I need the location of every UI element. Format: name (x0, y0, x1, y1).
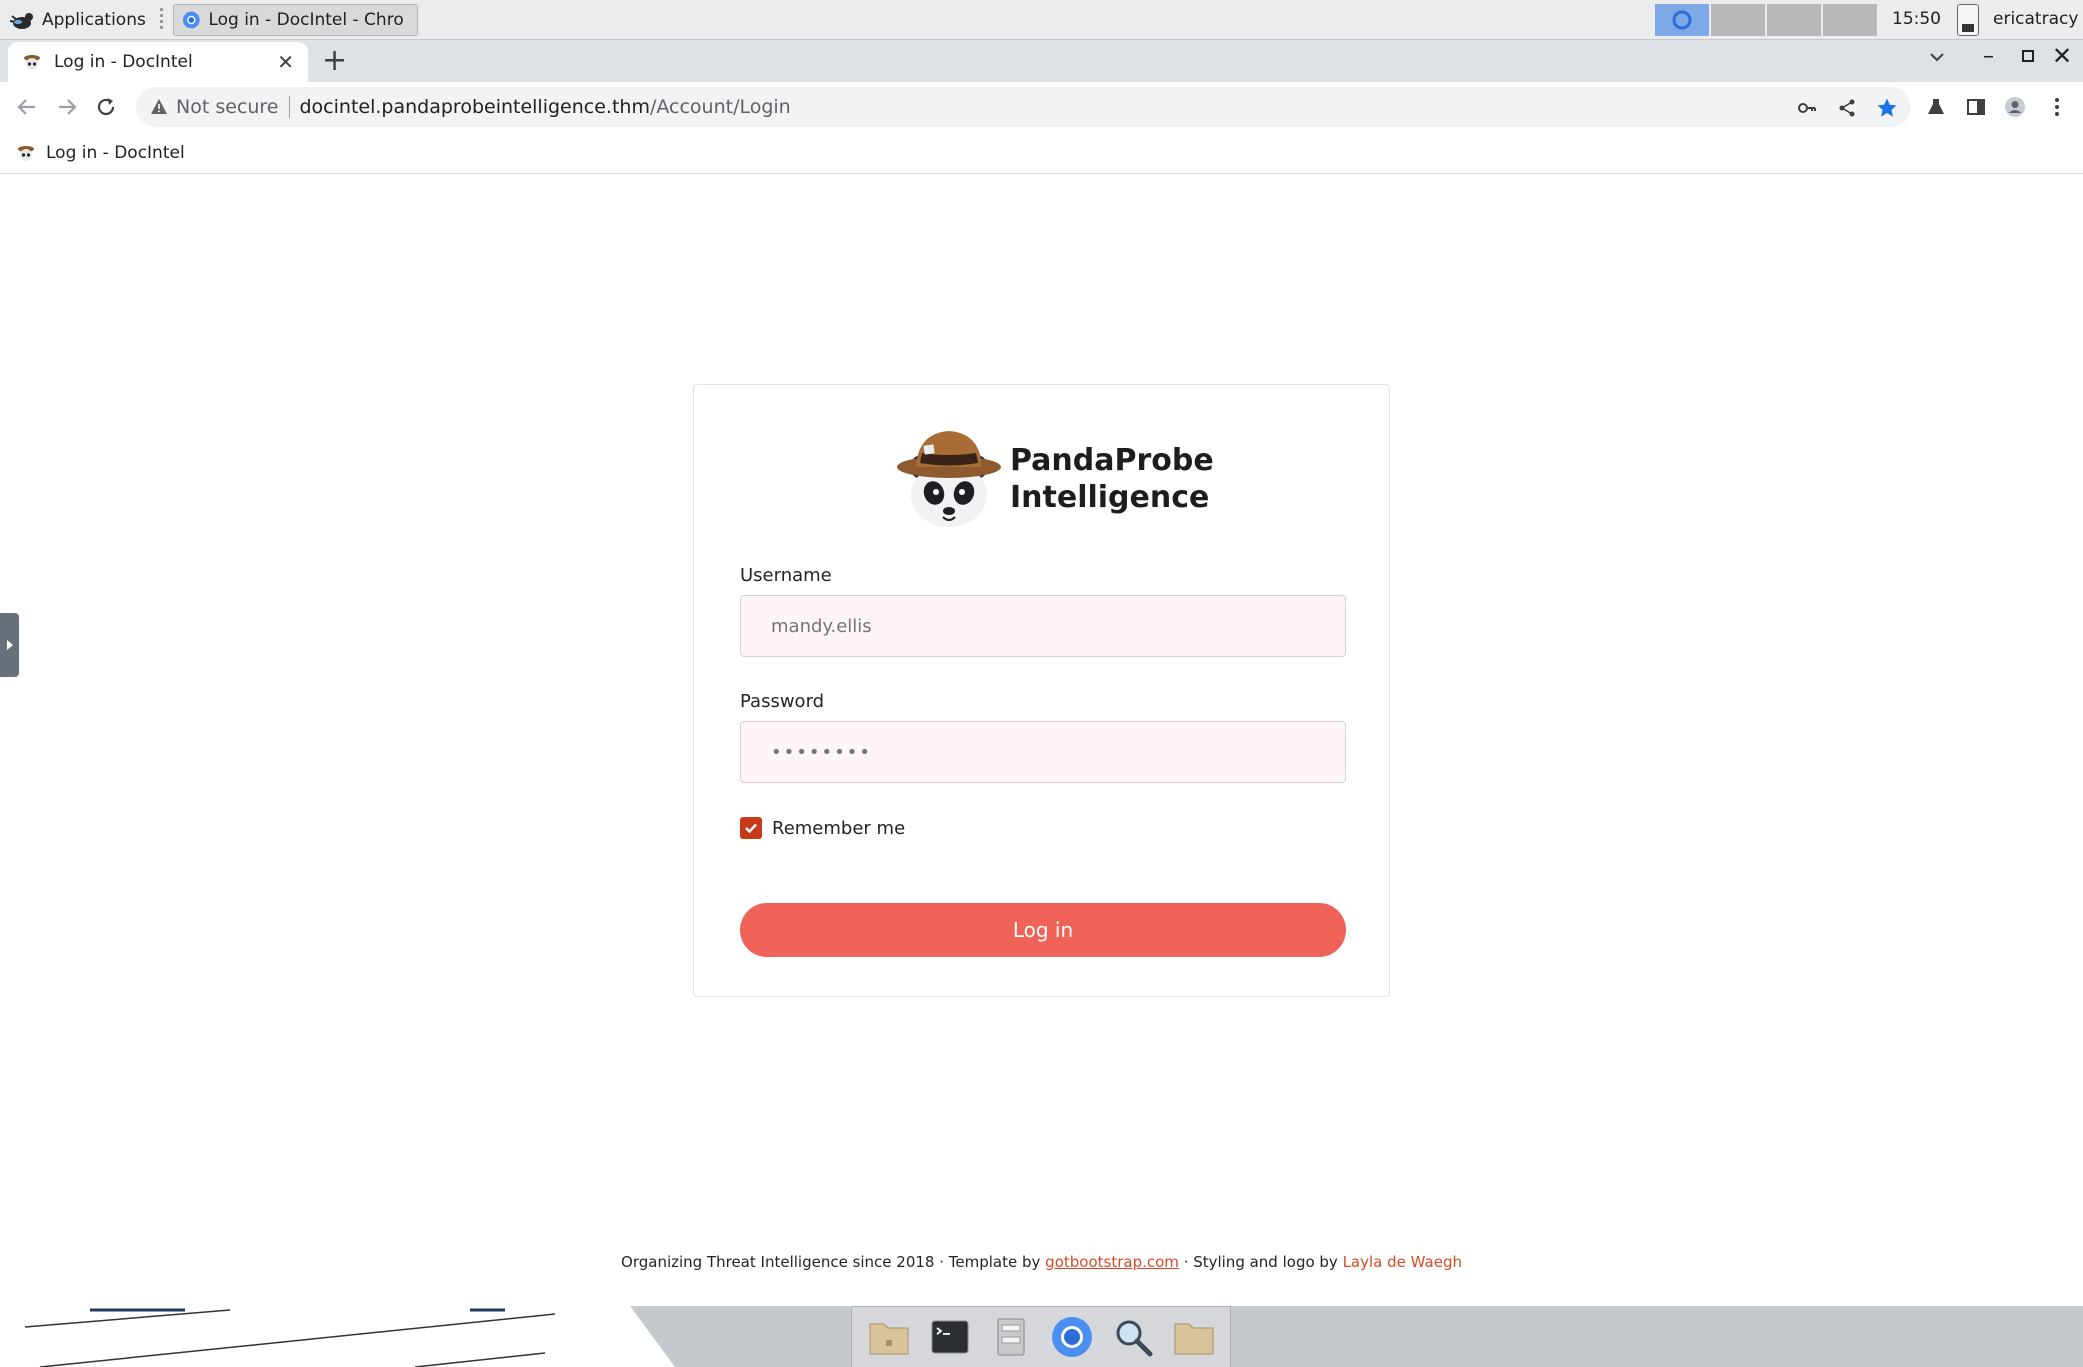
browser-tab-active[interactable]: Log in - DocIntel ✕ (8, 42, 308, 82)
bookmarks-bar: Log in - DocIntel (0, 132, 2083, 174)
back-icon[interactable] (14, 94, 40, 120)
username-label: Username (740, 565, 832, 586)
tab-search-chevron-icon[interactable] (1928, 48, 1946, 66)
remember-me-option[interactable]: Remember me (740, 817, 905, 839)
workspace-3[interactable] (1767, 4, 1821, 36)
panda-favicon-icon (24, 55, 40, 70)
dock-bar (851, 1306, 1231, 1367)
panel-clock[interactable]: 15:50 (1892, 9, 1941, 29)
panel-user-name[interactable]: ericatracy (1993, 9, 2078, 29)
browser-toolbar: Not secure docintel.pandaprobeintelligen… (0, 82, 2083, 132)
url-text[interactable]: docintel.pandaprobeintelligence.thm/Acco… (300, 96, 791, 118)
page-footer: Organizing Threat Intelligence since 201… (0, 1253, 2083, 1271)
side-panel-handle[interactable] (0, 613, 19, 677)
chromium-icon (1672, 10, 1692, 30)
panel-separator (159, 7, 163, 32)
side-panel-icon[interactable] (1965, 96, 1987, 118)
terminal-icon[interactable] (927, 1314, 973, 1360)
footer-text-1: Organizing Threat Intelligence since 201… (621, 1253, 1046, 1271)
password-input[interactable] (740, 721, 1346, 783)
panda-favicon-icon (18, 145, 34, 161)
workspace-2[interactable] (1711, 4, 1765, 36)
minimize-window-icon[interactable]: – (1983, 44, 1994, 69)
tab-title: Log in - DocIntel (54, 52, 193, 72)
share-icon[interactable] (1836, 97, 1858, 119)
login-card: PandaProbe Intelligence Username Passwor… (693, 384, 1390, 997)
taskbar-window-button[interactable]: Log in - DocIntel - Chro... (172, 3, 418, 36)
home-folder-icon[interactable] (866, 1314, 912, 1360)
key-icon[interactable] (1796, 97, 1818, 119)
logo-line-2: Intelligence (1010, 480, 1210, 515)
not-secure-label: Not secure (176, 96, 279, 118)
applications-label: Applications (42, 9, 146, 30)
workspace-4[interactable] (1823, 4, 1877, 36)
forward-icon[interactable] (54, 94, 80, 120)
taskbar-window-title: Log in - DocIntel - Chro... (208, 9, 405, 30)
maximize-window-icon[interactable] (2022, 50, 2034, 62)
close-tab-icon[interactable]: ✕ (277, 50, 294, 74)
username-input[interactable] (740, 595, 1346, 657)
extensions-flask-icon[interactable] (1925, 96, 1947, 118)
new-tab-icon[interactable]: + (322, 46, 347, 76)
bookmark-star-icon[interactable] (1876, 97, 1898, 119)
site-security-chip[interactable]: Not secure (150, 96, 290, 118)
wallpaper-lines (24, 1308, 556, 1367)
browser-tab-strip: Log in - DocIntel ✕ + – ✕ (0, 40, 2083, 82)
battery-icon[interactable] (1957, 4, 1979, 36)
gotbootstrap-link[interactable]: gotbootstrap.com (1045, 1253, 1179, 1271)
logo-wordmark: PandaProbe Intelligence (1010, 442, 1214, 516)
chromium-icon[interactable] (1049, 1314, 1095, 1360)
remember-me-label: Remember me (772, 817, 906, 839)
folder-icon[interactable] (1171, 1314, 1217, 1360)
panda-detective-logo-icon (897, 431, 1001, 527)
browser-menu-icon[interactable] (2046, 96, 2068, 118)
file-manager-icon[interactable] (988, 1314, 1034, 1360)
password-label: Password (740, 691, 825, 712)
login-button[interactable]: Log in (740, 903, 1346, 957)
logo-line-1: PandaProbe (1010, 443, 1214, 478)
profile-avatar-icon[interactable] (2004, 96, 2026, 118)
workspace-1[interactable] (1655, 4, 1709, 36)
remember-me-checkbox[interactable] (740, 817, 762, 839)
pandaprobe-logo: PandaProbe Intelligence (894, 427, 1214, 531)
web-page-content: PandaProbe Intelligence Username Passwor… (0, 175, 2083, 1306)
url-path: /Account/Login (649, 96, 791, 118)
workspace-switcher (1655, 4, 1877, 36)
address-bar[interactable]: Not secure docintel.pandaprobeintelligen… (136, 87, 1911, 127)
bookmark-login-docintel[interactable]: Log in - DocIntel (46, 143, 185, 163)
desktop-top-panel: Applications Log in - DocIntel - Chro...… (0, 0, 2083, 40)
chromium-icon (182, 11, 200, 28)
xfce-mouse-icon (9, 12, 33, 29)
applications-menu[interactable]: Applications (0, 0, 154, 40)
wallpaper-shape (630, 1306, 2083, 1367)
url-host: docintel.pandaprobeintelligence.thm (299, 96, 650, 118)
search-icon[interactable] (1110, 1314, 1156, 1360)
layla-de-waegh-link[interactable]: Layla de Waegh (1343, 1253, 1462, 1271)
warning-icon (151, 99, 167, 114)
reload-icon[interactable] (93, 94, 119, 120)
footer-text-2: · Styling and logo by (1178, 1253, 1343, 1271)
close-window-icon[interactable]: ✕ (2052, 42, 2072, 70)
chevron-right-icon (6, 640, 13, 650)
checkmark-icon (745, 823, 757, 834)
